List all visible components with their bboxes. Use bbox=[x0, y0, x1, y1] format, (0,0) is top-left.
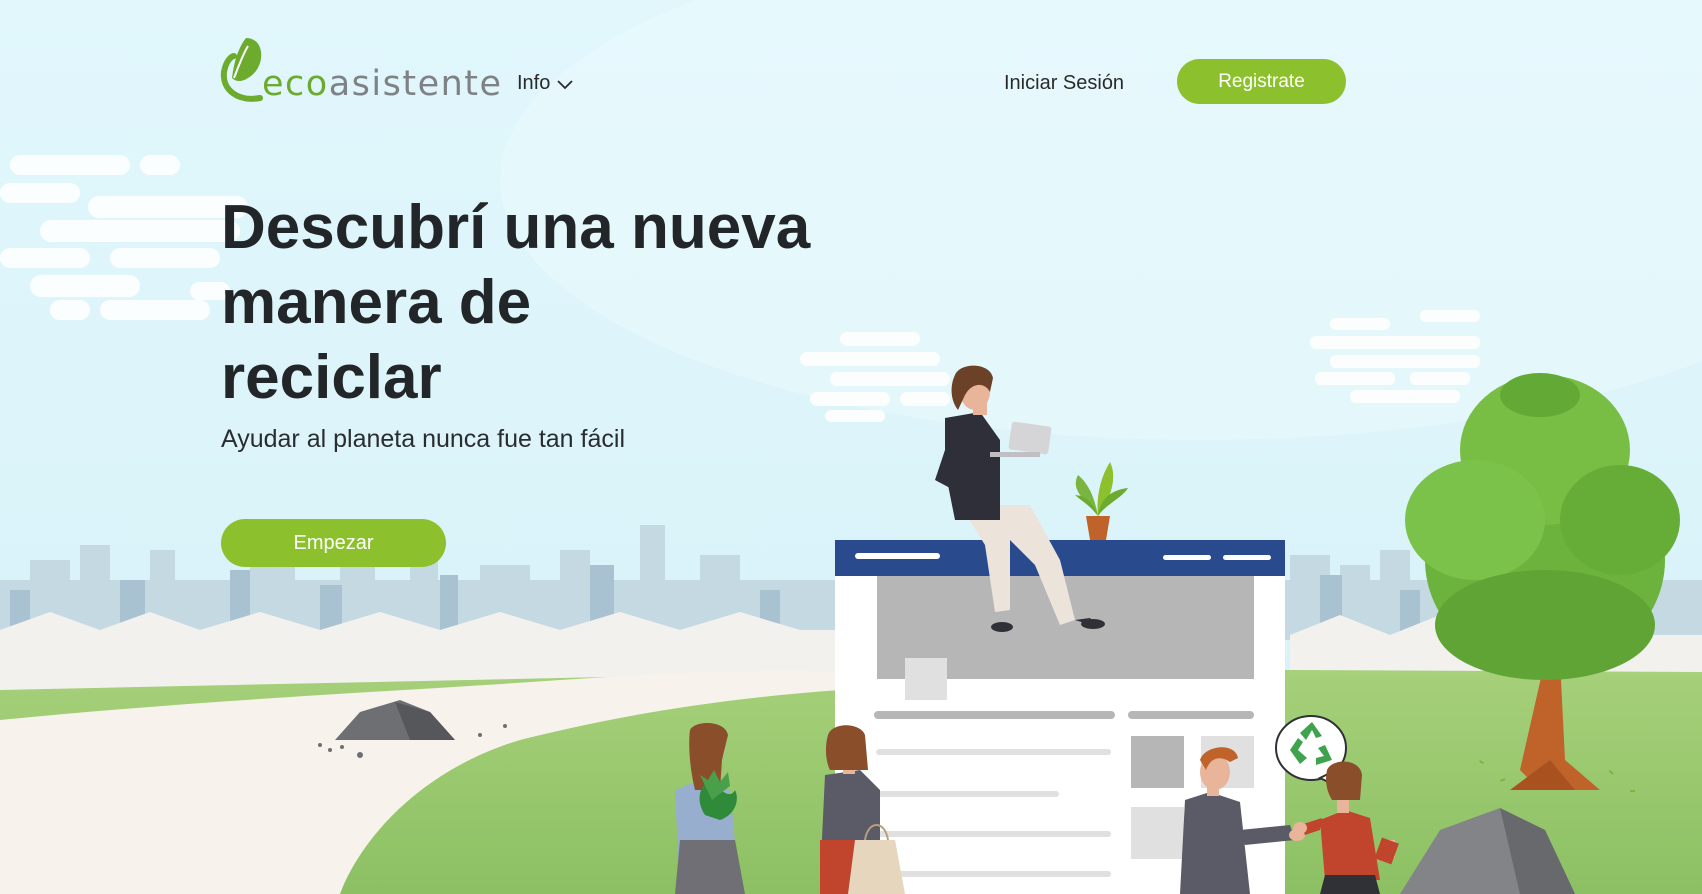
hero-title: Descubrí una nueva manera de reciclar bbox=[221, 190, 841, 415]
hero-title-line-3: reciclar bbox=[221, 343, 442, 412]
info-dropdown[interactable]: Info bbox=[517, 72, 574, 95]
brand-logo[interactable]: ecoasistente bbox=[220, 32, 503, 102]
register-button[interactable]: Registrate bbox=[1177, 59, 1346, 104]
start-button[interactable]: Empezar bbox=[221, 519, 446, 567]
hero-section: Descubrí una nueva manera de reciclar Ay… bbox=[221, 190, 841, 454]
hero-subtitle: Ayudar al planeta nunca fue tan fácil bbox=[221, 425, 625, 453]
logo-text-eco: eco bbox=[262, 64, 329, 104]
hero-title-line-1: Descubrí una nueva bbox=[221, 193, 811, 262]
hero-title-line-2: manera de bbox=[221, 268, 532, 337]
logo-text-asistente: asistente bbox=[328, 64, 503, 104]
leaf-icon bbox=[220, 38, 263, 102]
info-label: Info bbox=[517, 72, 551, 94]
chevron-down-icon bbox=[557, 79, 573, 89]
top-nav: ecoasistente Info Iniciar Sesión Registr… bbox=[0, 0, 1702, 170]
login-link[interactable]: Iniciar Sesión bbox=[1004, 72, 1124, 95]
